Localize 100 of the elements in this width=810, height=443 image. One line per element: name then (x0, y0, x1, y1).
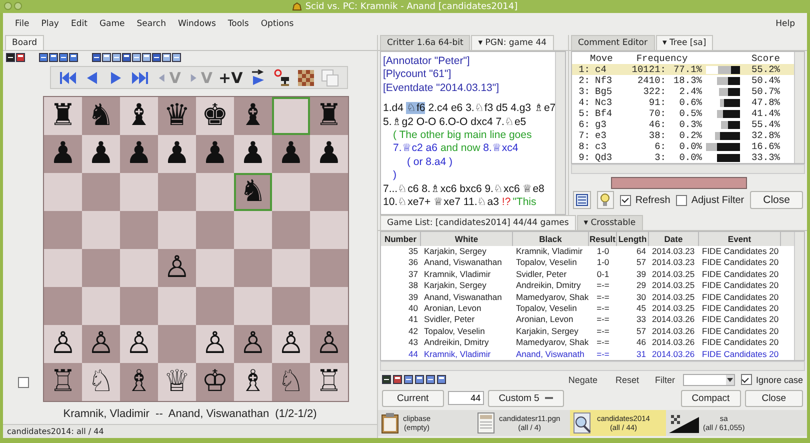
tree-row[interactable]: 9: Qd3 3: 0.0% 33.3% (572, 152, 794, 163)
column-header[interactable]: Length (617, 232, 649, 246)
refresh-checkbox[interactable]: Refresh (620, 194, 670, 206)
game-row[interactable]: 44 Kramnik, Vladimir Anand, Viswanath =-= 31 2014.03.26 FIDE Candidates 20 (381, 348, 794, 360)
chess-piece[interactable]: ♔ (202, 367, 228, 397)
board-square[interactable] (196, 211, 234, 249)
board-square[interactable]: ♟ (310, 135, 348, 173)
board-square[interactable] (272, 249, 310, 287)
toolbar-icon[interactable] (415, 375, 424, 384)
menu-item[interactable]: Play (41, 19, 59, 29)
scrollbar[interactable] (571, 164, 805, 174)
board-square[interactable]: ♗ (234, 363, 272, 401)
board-square[interactable]: ♙ (120, 325, 158, 363)
board-square[interactable]: ♙ (158, 249, 196, 287)
game-row[interactable]: 41 Svidler, Peter Aronian, Levon =-= 33 2014.03.26 FIDE Candidates 20 (381, 314, 794, 326)
filter-button[interactable]: Reset (607, 374, 647, 385)
chess-piece[interactable]: ♖ (316, 367, 342, 397)
tree-row[interactable]: 3: Bg5 322: 2.4% 50.7% (572, 86, 794, 97)
column-header[interactable]: White (421, 232, 513, 246)
chess-piece[interactable]: ♘ (278, 367, 304, 397)
close-button[interactable]: Close (744, 390, 803, 407)
board-square[interactable] (44, 173, 82, 211)
save-as-icon[interactable] (16, 53, 25, 62)
chess-piece[interactable]: ♜ (316, 101, 342, 131)
scrollbar[interactable] (555, 52, 565, 214)
magnifier-icon[interactable] (573, 412, 593, 434)
ignore-case-checkbox[interactable]: Ignore case (740, 374, 803, 386)
current-button[interactable]: Current (382, 390, 444, 407)
board-square[interactable]: ♙ (196, 325, 234, 363)
menu-item[interactable]: Game (99, 19, 125, 29)
toolbar-icon[interactable] (122, 53, 131, 62)
chess-piece[interactable]: ♟ (126, 139, 152, 169)
board-square[interactable]: ♟ (196, 135, 234, 173)
board-square[interactable]: ♖ (310, 363, 348, 401)
toolbar-icon[interactable] (49, 53, 58, 62)
bulb-button[interactable] (596, 191, 614, 209)
pane-tab[interactable]: ▾ Crosstable (576, 215, 643, 230)
chess-piece[interactable]: ♜ (50, 101, 76, 131)
game-row[interactable]: 40 Aronian, Levon Topalov, Veselin =-= 45 2014.03.25 FIDE Candidates 20 (381, 302, 794, 314)
chess-piece[interactable]: ♟ (202, 139, 228, 169)
game-row[interactable]: 42 Topalov, Veselin Karjakin, Sergey =-= 57 2014.03.26 FIDE Candidates 20 (381, 326, 794, 338)
game-row[interactable]: 43 Andreikin, Dmitry Mamedyarov, Shak =-= 46 2014.03.26 FIDE Candidates 20 (381, 337, 794, 349)
chess-piece[interactable]: ♕ (164, 367, 190, 397)
tree-row[interactable]: 8: c3 6: 0.0% 16.6% (572, 141, 794, 152)
toolbar-icon[interactable] (404, 375, 413, 384)
board-square[interactable]: ♕ (158, 363, 196, 401)
scrollbar[interactable] (794, 52, 804, 163)
toolbar-icon[interactable] (69, 53, 78, 62)
adjust-filter-checkbox[interactable]: Adjust Filter (676, 194, 744, 206)
game-number-field[interactable]: 44 (448, 391, 484, 406)
board-square[interactable] (44, 249, 82, 287)
save-icon[interactable] (382, 375, 391, 384)
board-square[interactable] (120, 211, 158, 249)
scrollbar[interactable] (380, 360, 805, 371)
board-square[interactable]: ♜ (310, 97, 348, 135)
toolbar-icon[interactable] (393, 375, 402, 384)
chess-piece[interactable]: ♗ (126, 367, 152, 397)
board-square[interactable] (44, 287, 82, 325)
board-square[interactable]: ♙ (44, 325, 82, 363)
board-square[interactable]: ♜ (44, 97, 82, 135)
board-square[interactable] (158, 173, 196, 211)
highlighted-square[interactable] (272, 97, 310, 135)
menu-item[interactable]: File (15, 19, 30, 29)
board-square[interactable] (310, 173, 348, 211)
toolbar-icon[interactable] (162, 53, 171, 62)
pane-tab[interactable]: ▾ Tree [sa] (656, 35, 714, 50)
board-square[interactable] (196, 249, 234, 287)
board-square[interactable] (158, 211, 196, 249)
chess-piece[interactable]: ♙ (278, 329, 304, 359)
board-square[interactable] (234, 287, 272, 325)
column-header[interactable]: Event (699, 232, 781, 246)
chess-piece[interactable]: ♙ (316, 329, 342, 359)
chess-piece[interactable]: ♙ (88, 329, 114, 359)
menu-item[interactable]: Edit (70, 19, 88, 29)
board-square[interactable]: ♟ (120, 135, 158, 173)
board-square[interactable]: ♚ (196, 97, 234, 135)
game-row[interactable]: 36 Anand, Viswanathan Topalov, Veselin 1-0 57 2014.03.23 FIDE Candidates 20 (381, 257, 794, 269)
board-square[interactable]: ♟ (82, 135, 120, 173)
list-button[interactable] (573, 191, 591, 209)
chess-piece[interactable]: ♟ (50, 139, 76, 169)
chess-piece[interactable]: ♟ (164, 139, 190, 169)
pane-tab[interactable]: Critter 1.6a 64-bit (380, 35, 470, 50)
toolbar-icon[interactable] (112, 53, 121, 62)
toolbar-icon[interactable] (39, 53, 48, 62)
board-square[interactable]: ♟ (44, 135, 82, 173)
toolbar-icon[interactable] (172, 53, 181, 62)
board-square[interactable]: ♘ (82, 363, 120, 401)
board-square[interactable]: ♘ (272, 363, 310, 401)
board-square[interactable]: ♗ (120, 363, 158, 401)
chess-piece[interactable]: ♖ (50, 367, 76, 397)
board-square[interactable] (82, 287, 120, 325)
chess-piece[interactable]: ♝ (240, 101, 266, 131)
game-row[interactable]: 39 Anand, Viswanathan Mamedyarov, Shak =-= 30 2014.03.25 FIDE Candidates 20 (381, 292, 794, 303)
document-icon[interactable] (477, 412, 495, 434)
board-square[interactable] (272, 211, 310, 249)
board-square[interactable]: ♙ (310, 325, 348, 363)
board-square[interactable] (82, 173, 120, 211)
board-square[interactable]: ♝ (120, 97, 158, 135)
board-square[interactable] (44, 211, 82, 249)
pane-tab[interactable]: ▾ PGN: game 44 (471, 35, 554, 50)
